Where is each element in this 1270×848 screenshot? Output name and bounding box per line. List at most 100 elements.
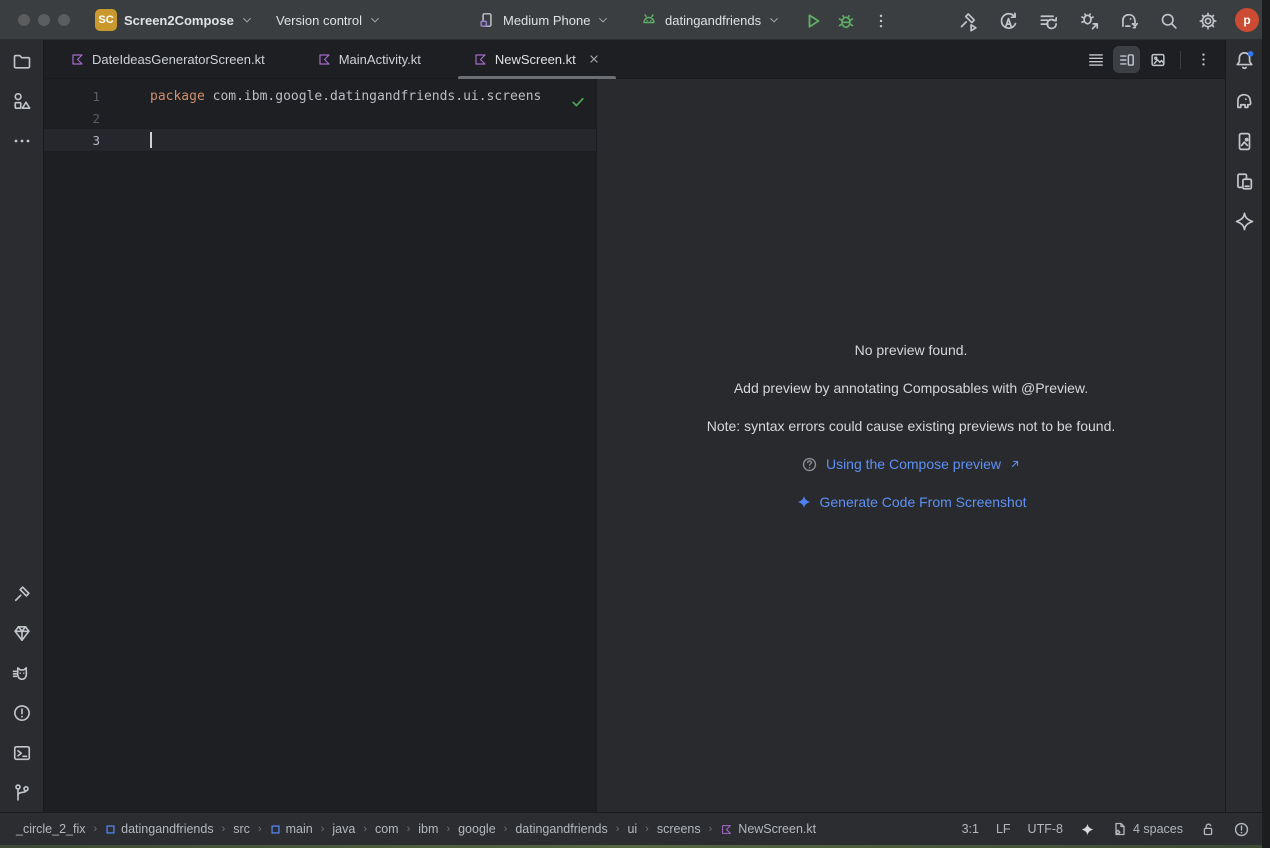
breadcrumb-item[interactable]: com xyxy=(375,822,399,836)
logcat-cat-icon xyxy=(12,663,32,683)
attach-debugger-icon xyxy=(1079,11,1100,32)
read-only-toggle[interactable] xyxy=(1200,821,1216,837)
compose-preview-help-row: Using the Compose preview xyxy=(801,445,1021,483)
device-selector[interactable]: Medium Phone xyxy=(478,0,609,40)
inspection-highlight-widget[interactable] xyxy=(1233,821,1250,838)
spark-icon xyxy=(796,494,812,510)
settings-gear-icon xyxy=(1198,11,1218,31)
run-configuration-selector[interactable]: datingandfriends xyxy=(640,0,780,40)
close-icon[interactable] xyxy=(587,52,601,66)
generate-code-from-screenshot-link[interactable]: Generate Code From Screenshot xyxy=(820,494,1027,510)
gemini-star-icon xyxy=(1234,211,1255,232)
encoding-widget[interactable]: UTF-8 xyxy=(1028,822,1063,836)
breadcrumb-item[interactable]: datingandfriends xyxy=(515,822,607,836)
view-design-button[interactable] xyxy=(1144,46,1171,73)
minimize-window-button[interactable] xyxy=(38,14,50,26)
build-button[interactable] xyxy=(955,8,981,34)
tab-dateideasgeneratorscreen[interactable]: DateIdeasGeneratorScreen.kt xyxy=(55,40,280,78)
git-branch-icon xyxy=(12,783,32,803)
tab-mainactivity[interactable]: MainActivity.kt xyxy=(302,40,436,78)
apply-code-changes-button[interactable] xyxy=(1035,8,1061,34)
kebab-menu-icon xyxy=(872,12,890,30)
spark-icon xyxy=(1080,822,1095,837)
profile-avatar[interactable]: p xyxy=(1235,8,1259,32)
breadcrumb-item[interactable]: src xyxy=(233,822,250,836)
version-control-widget[interactable]: Version control xyxy=(276,0,381,40)
module-square-icon xyxy=(270,824,281,835)
editor-tab-options-button[interactable] xyxy=(1190,46,1217,73)
error-circle-icon xyxy=(1233,821,1250,838)
breadcrumb-item[interactable]: java xyxy=(332,822,355,836)
phone-device-icon xyxy=(478,11,496,29)
gradle-elephant-icon xyxy=(1234,91,1255,112)
breadcrumb-item[interactable]: screens xyxy=(657,822,701,836)
tab-newscreen[interactable]: NewScreen.kt xyxy=(458,40,616,78)
gemini-status-widget[interactable] xyxy=(1080,822,1095,837)
question-circle-icon xyxy=(801,456,818,473)
view-split-button[interactable] xyxy=(1113,46,1140,73)
folder-icon xyxy=(12,51,32,71)
left-tool-strip xyxy=(0,40,44,812)
logcat-tool-button[interactable] xyxy=(7,658,37,688)
line-separator-widget[interactable]: LF xyxy=(996,822,1011,836)
running-devices-button[interactable] xyxy=(1230,127,1258,155)
apply-changes-button[interactable] xyxy=(995,8,1021,34)
breadcrumb-item[interactable]: ui xyxy=(627,822,637,836)
breadcrumb-item[interactable]: ibm xyxy=(418,822,438,836)
view-code-button[interactable] xyxy=(1082,46,1109,73)
breadcrumb-item[interactable]: _circle_2_fix xyxy=(16,822,85,836)
notifications-button[interactable] xyxy=(1230,46,1258,74)
terminal-tool-button[interactable] xyxy=(7,738,37,768)
close-window-button[interactable] xyxy=(18,14,30,26)
debug-bug-icon xyxy=(836,11,856,31)
editor-tab-bar: DateIdeasGeneratorScreen.kt MainActivity… xyxy=(44,40,1225,79)
gradle-sync-icon xyxy=(1119,11,1140,32)
syntax-error-note: Note: syntax errors could cause existing… xyxy=(707,407,1116,445)
chevron-down-icon xyxy=(369,14,381,26)
tab-label: DateIdeasGeneratorScreen.kt xyxy=(92,52,265,67)
search-everywhere-button[interactable] xyxy=(1156,8,1182,34)
breadcrumb-item[interactable]: google xyxy=(458,822,496,836)
breadcrumb-item[interactable]: datingandfriends xyxy=(105,822,213,836)
compose-preview-help-link[interactable]: Using the Compose preview xyxy=(826,456,1001,472)
breadcrumb-item[interactable]: main xyxy=(270,822,313,836)
chevron-right-icon: › xyxy=(406,823,412,835)
caret-position-widget[interactable]: 3:1 xyxy=(962,822,979,836)
device-manager-icon xyxy=(1234,171,1255,192)
preview-view-modes xyxy=(1082,46,1217,73)
text-caret xyxy=(150,132,152,148)
gemini-tool-button[interactable] xyxy=(1230,207,1258,235)
title-bar: SC Screen2Compose Version control Medium… xyxy=(0,0,1262,40)
unlock-icon xyxy=(1200,821,1216,837)
project-widget[interactable]: SC Screen2Compose xyxy=(95,0,253,40)
code-editor[interactable]: 1 package com.ibm.google.datingandfriend… xyxy=(44,79,596,812)
breadcrumb-item[interactable]: NewScreen.kt xyxy=(720,822,816,836)
tab-label: NewScreen.kt xyxy=(495,52,576,67)
gradle-sync-button[interactable] xyxy=(1116,8,1142,34)
device-manager-button[interactable] xyxy=(1230,167,1258,195)
app-quality-insights-tool-button[interactable] xyxy=(7,618,37,648)
more-run-options-button[interactable] xyxy=(868,8,894,34)
indent-config-icon xyxy=(1112,821,1128,837)
settings-button[interactable] xyxy=(1195,8,1221,34)
gradle-tool-button[interactable] xyxy=(1230,87,1258,115)
project-tool-button[interactable] xyxy=(7,46,37,76)
indent-widget[interactable]: 4 spaces xyxy=(1112,821,1183,837)
device-selector-label: Medium Phone xyxy=(503,13,590,28)
chevron-down-icon xyxy=(241,14,253,26)
debug-button[interactable] xyxy=(833,8,859,34)
resource-manager-tool-button[interactable] xyxy=(7,86,37,116)
zoom-window-button[interactable] xyxy=(58,14,70,26)
apply-changes-icon xyxy=(998,11,1019,32)
run-button[interactable] xyxy=(800,8,826,34)
run-play-icon xyxy=(803,11,823,31)
chevron-right-icon: › xyxy=(503,823,509,835)
build-tool-button[interactable] xyxy=(7,579,37,609)
project-name: Screen2Compose xyxy=(124,13,234,28)
version-control-tool-button[interactable] xyxy=(7,778,37,808)
line-number: 2 xyxy=(44,111,106,126)
problems-tool-button[interactable] xyxy=(7,698,37,728)
view-split-icon xyxy=(1118,51,1136,69)
attach-debugger-button[interactable] xyxy=(1076,8,1102,34)
more-tool-windows-button[interactable] xyxy=(7,126,37,156)
